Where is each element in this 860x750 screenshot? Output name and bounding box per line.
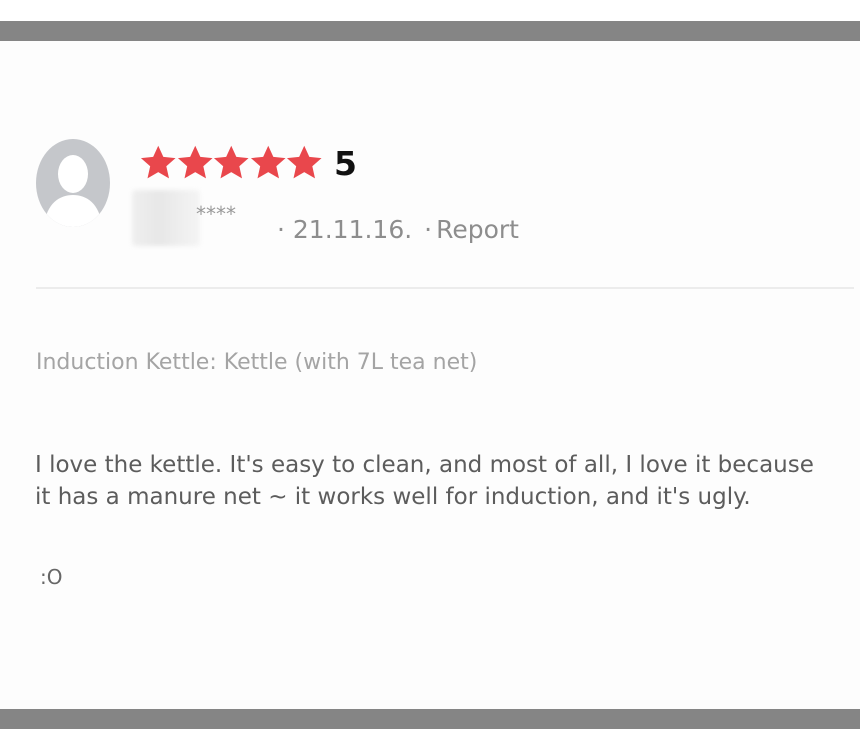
divider <box>36 287 854 289</box>
reviewer-masked-id: **** <box>196 202 236 226</box>
user-avatar <box>36 139 110 227</box>
star-icon <box>286 144 323 182</box>
person-silhouette-icon <box>36 139 110 227</box>
report-link[interactable]: Report <box>436 215 519 244</box>
bottom-border-bar <box>0 709 860 729</box>
purchased-option: Induction Kettle: Kettle (with 7L tea ne… <box>36 350 478 375</box>
review-meta: · 21.11.16. · Report <box>277 213 519 247</box>
star-icon <box>250 144 287 182</box>
review-date: 21.11.16. <box>292 215 413 244</box>
blurred-reviewer-name <box>132 190 200 246</box>
review-emote: :O <box>40 565 63 589</box>
star-icon <box>177 144 214 182</box>
meta-dot: · <box>277 215 285 244</box>
star-icon <box>213 144 250 182</box>
review-body: I love the kettle. It's easy to clean, a… <box>35 452 814 510</box>
rating-value: 5 <box>334 144 357 183</box>
star-rating <box>140 141 323 185</box>
top-border-bar <box>0 21 860 41</box>
review-screenshot: 5 **** · 21.11.16. · Report Induction Ket… <box>0 0 860 750</box>
meta-separator: · <box>424 215 433 244</box>
star-icon <box>140 144 177 182</box>
